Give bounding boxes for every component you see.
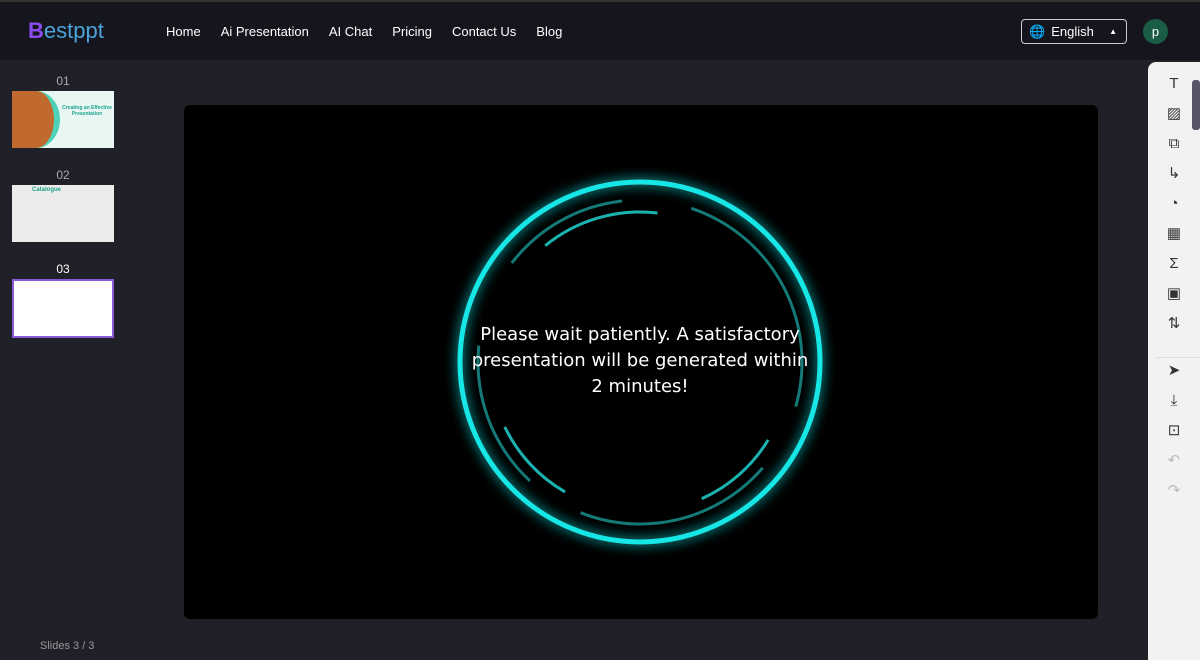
video-icon[interactable]: ▣ bbox=[1165, 285, 1183, 303]
shape-icon[interactable]: ⧉ bbox=[1165, 135, 1183, 153]
pointer-icon[interactable]: ➤ bbox=[1165, 362, 1183, 380]
slide-thumbnail[interactable]: Catalogue bbox=[12, 185, 114, 242]
scrollbar[interactable] bbox=[1192, 80, 1200, 130]
chart-icon[interactable]: ◔ bbox=[1165, 195, 1183, 213]
nav-ai-chat[interactable]: AI Chat bbox=[329, 24, 372, 39]
avatar[interactable]: p bbox=[1143, 19, 1168, 44]
slide-thumbnail-active[interactable] bbox=[12, 279, 114, 338]
nav-blog[interactable]: Blog bbox=[536, 24, 562, 39]
image-icon[interactable]: ▨ bbox=[1165, 105, 1183, 123]
present-icon[interactable]: ⊡ bbox=[1165, 422, 1183, 440]
thumbnail-image bbox=[12, 91, 60, 148]
logo[interactable]: Bestppt bbox=[28, 18, 104, 44]
connector-icon[interactable]: ↳ bbox=[1165, 165, 1183, 183]
slide-number: 01 bbox=[56, 74, 70, 88]
nav-pricing[interactable]: Pricing bbox=[392, 24, 432, 39]
divider bbox=[1156, 357, 1200, 358]
table-icon[interactable]: ▦ bbox=[1165, 225, 1183, 243]
formula-icon[interactable]: Σ bbox=[1165, 255, 1183, 273]
redo-icon[interactable]: ↷ bbox=[1165, 482, 1183, 500]
nav-contact-us[interactable]: Contact Us bbox=[452, 24, 516, 39]
nav-ai-presentation[interactable]: Ai Presentation bbox=[221, 24, 309, 39]
loading-message: Please wait patiently. A satisfactory pr… bbox=[471, 324, 809, 397]
download-icon[interactable]: ⤓ bbox=[1165, 392, 1183, 410]
header: Bestppt Home Ai Presentation AI Chat Pri… bbox=[0, 0, 1200, 60]
slide-thumbnail[interactable]: Creating an Effective Presentation bbox=[12, 91, 114, 148]
language-select[interactable]: 🌐 English ▲ bbox=[1021, 19, 1127, 44]
caret-up-icon: ▲ bbox=[1109, 27, 1117, 36]
swap-icon[interactable]: ⇅ bbox=[1165, 315, 1183, 333]
slide-count: Slides 3 / 3 bbox=[40, 640, 95, 652]
main-nav: Home Ai Presentation AI Chat Pricing Con… bbox=[166, 24, 562, 39]
text-icon[interactable]: T bbox=[1165, 75, 1183, 93]
undo-icon[interactable]: ↶ bbox=[1165, 452, 1183, 470]
right-toolbar: T ▨ ⧉ ↳ ◔ ▦ Σ ▣ ⇅ ➤ ⤓ ⊡ ↶ ↷ bbox=[1148, 62, 1200, 660]
slide-list: 01 Creating an Effective Presentation 02… bbox=[12, 74, 114, 358]
globe-icon: 🌐 bbox=[1029, 23, 1046, 39]
nav-home[interactable]: Home bbox=[166, 24, 201, 39]
slide-number: 02 bbox=[56, 168, 70, 182]
slide-number: 03 bbox=[56, 262, 70, 276]
